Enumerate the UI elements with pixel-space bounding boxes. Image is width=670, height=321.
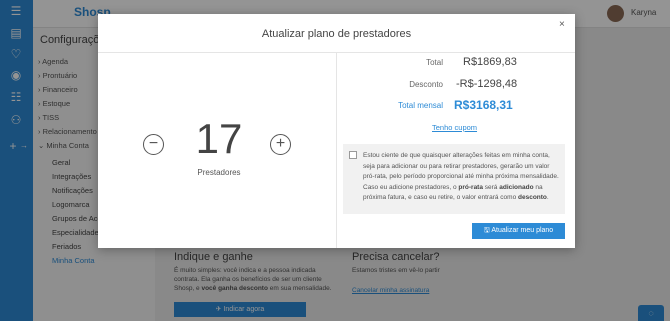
monthly-total-value: R$3168,31	[454, 98, 513, 112]
modal-title: Atualizar plano de prestadores	[261, 28, 412, 40]
provider-count: 17	[195, 115, 243, 162]
update-plan-button[interactable]: 🖫 Atualizar meu plano	[472, 223, 565, 239]
increase-button[interactable]: +	[270, 134, 291, 155]
discount-value: -R$-1298,48	[456, 78, 518, 90]
coupon-link[interactable]: Tenho cupom	[432, 123, 477, 132]
close-icon[interactable]: ×	[559, 19, 565, 30]
agree-checkbox[interactable]	[349, 151, 357, 159]
total-value: R$1869,83	[463, 56, 517, 68]
provider-count-label: Prestadores	[197, 168, 241, 177]
discount-label: Desconto	[409, 80, 443, 89]
update-plan-modal: Atualizar plano de prestadores × − 17 + …	[98, 14, 575, 248]
total-label: Total	[426, 58, 443, 67]
notice-text: Estou ciente de que quaisquer alterações…	[363, 152, 559, 201]
decrease-button[interactable]: −	[143, 134, 164, 155]
modal-column-divider	[336, 53, 337, 248]
monthly-total-label: Total mensal	[398, 101, 443, 110]
